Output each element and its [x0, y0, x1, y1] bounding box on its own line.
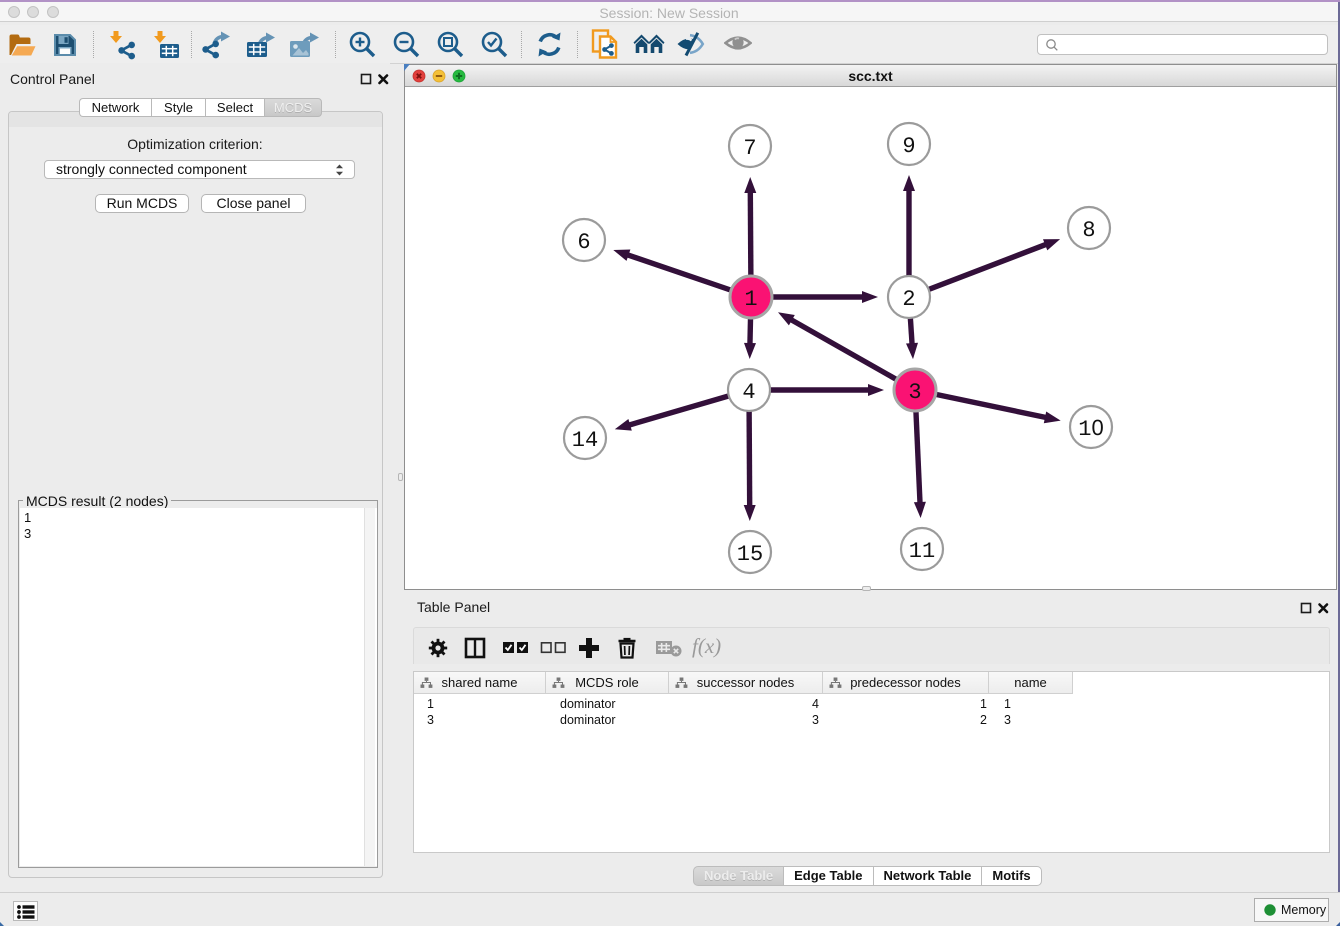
- svg-text:10: 10: [1078, 415, 1103, 442]
- svg-text:4: 4: [742, 380, 755, 405]
- svg-text:15: 15: [737, 542, 763, 567]
- svg-text:8: 8: [1082, 218, 1095, 243]
- svg-text:2: 2: [902, 287, 915, 312]
- svg-text:9: 9: [902, 134, 915, 159]
- svg-text:3: 3: [908, 380, 921, 405]
- svg-text:11: 11: [909, 539, 935, 564]
- svg-text:1: 1: [744, 287, 757, 312]
- svg-text:7: 7: [743, 136, 756, 161]
- svg-text:6: 6: [577, 230, 590, 255]
- svg-text:14: 14: [572, 428, 598, 453]
